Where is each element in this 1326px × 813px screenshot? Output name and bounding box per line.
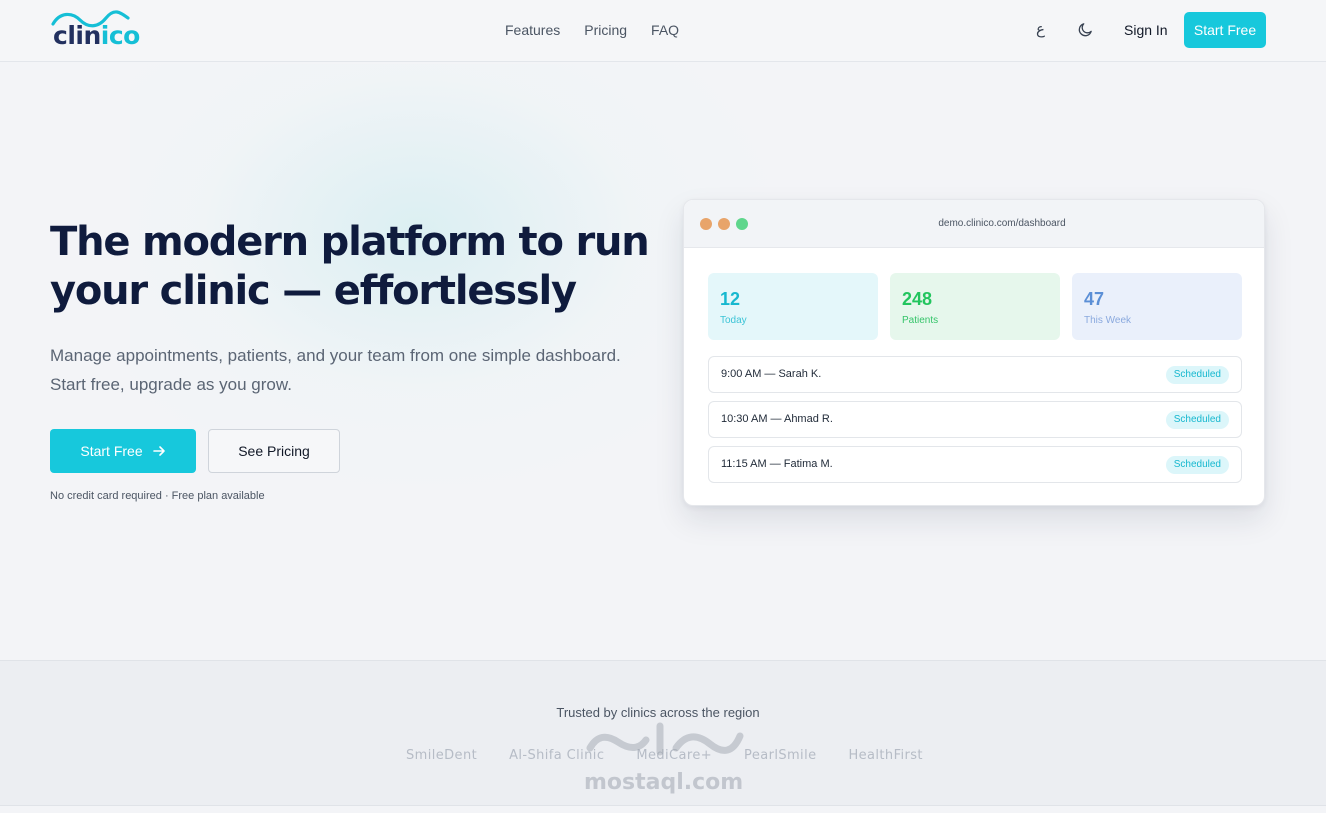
logo-text-part2: ico: [100, 21, 141, 50]
hero-start-free-button[interactable]: Start Free: [50, 429, 196, 473]
nav-links: Features Pricing FAQ: [505, 22, 679, 38]
stat-card-this-week: 47 This Week: [1072, 273, 1242, 340]
stat-value: 248: [902, 289, 933, 309]
trusted-title: Trusted by clinics across the region: [556, 705, 760, 720]
appointment-row[interactable]: 11:15 AM — Fatima M. Scheduled: [708, 446, 1242, 483]
top-nav: clinico Features Pricing FAQ ع Sign In S…: [0, 0, 1326, 62]
hero-note: No credit card required · Free plan avai…: [50, 490, 265, 502]
appointment-text: 11:15 AM — Fatima M.: [721, 458, 833, 470]
client-logo-medicare: MediCare+: [636, 748, 713, 763]
status-badge: Scheduled: [1165, 456, 1229, 474]
stat-value: 47: [1084, 289, 1105, 309]
browser-url: demo.clinico.com/dashboard: [938, 218, 1066, 229]
hero-start-free-label: Start Free: [80, 443, 143, 459]
logo-text-part1: clin: [53, 21, 101, 50]
stat-label: Today: [720, 315, 747, 326]
hero-subtitle-line2: Start free, upgrade as you grow.: [50, 375, 292, 394]
see-pricing-button[interactable]: See Pricing: [208, 429, 340, 473]
hero-title-line1: The modern platform to run: [50, 219, 650, 265]
hero-subtitle: Manage appointments, patients, and your …: [50, 341, 650, 399]
stat-value: 12: [720, 289, 741, 309]
hero-title: The modern platform to run your clinic —…: [50, 218, 650, 316]
stat-label: This Week: [1084, 315, 1132, 326]
stat-card-today: 12 Today: [708, 273, 878, 340]
language-toggle[interactable]: ع: [1036, 20, 1045, 38]
client-logo-pearlsmile: PearlSmile: [744, 748, 817, 763]
hero-subtitle-line1: Manage appointments, patients, and your …: [50, 346, 621, 365]
appointment-text: 9:00 AM — Sarah K.: [721, 368, 822, 380]
appointment-text: 10:30 AM — Ahmad R.: [721, 413, 833, 425]
client-logo-al-shifa: Al-Shifa Clinic: [509, 748, 605, 763]
appointment-row[interactable]: 10:30 AM — Ahmad R. Scheduled: [708, 401, 1242, 438]
browser-bar: demo.clinico.com/dashboard: [684, 200, 1264, 248]
nav-link-features[interactable]: Features: [505, 22, 560, 38]
clinico-logo[interactable]: clinico: [50, 10, 154, 52]
nav-start-free-button[interactable]: Start Free: [1184, 12, 1266, 48]
sign-in-link[interactable]: Sign In: [1124, 22, 1168, 38]
nav-link-pricing[interactable]: Pricing: [584, 22, 627, 38]
arrow-right-icon: [152, 446, 165, 456]
client-logo-healthfirst: HealthFirst: [848, 748, 923, 763]
moon-icon[interactable]: [1077, 21, 1094, 38]
trusted-section: Trusted by clinics across the region Smi…: [0, 660, 1326, 806]
trusted-logos: SmileDent Al-Shifa Clinic MediCare+ Pear…: [406, 748, 923, 763]
dashboard-preview: demo.clinico.com/dashboard 12 Today 248 …: [683, 199, 1265, 506]
stat-card-patients: 248 Patients: [890, 273, 1060, 340]
hero-title-line2: your clinic — effortlessly: [50, 268, 577, 314]
nav-link-faq[interactable]: FAQ: [651, 22, 679, 38]
status-badge: Scheduled: [1165, 411, 1229, 429]
stat-label: Patients: [902, 315, 939, 326]
appointment-row[interactable]: 9:00 AM — Sarah K. Scheduled: [708, 356, 1242, 393]
status-badge: Scheduled: [1165, 366, 1229, 384]
client-logo-smiledent: SmileDent: [406, 748, 478, 763]
